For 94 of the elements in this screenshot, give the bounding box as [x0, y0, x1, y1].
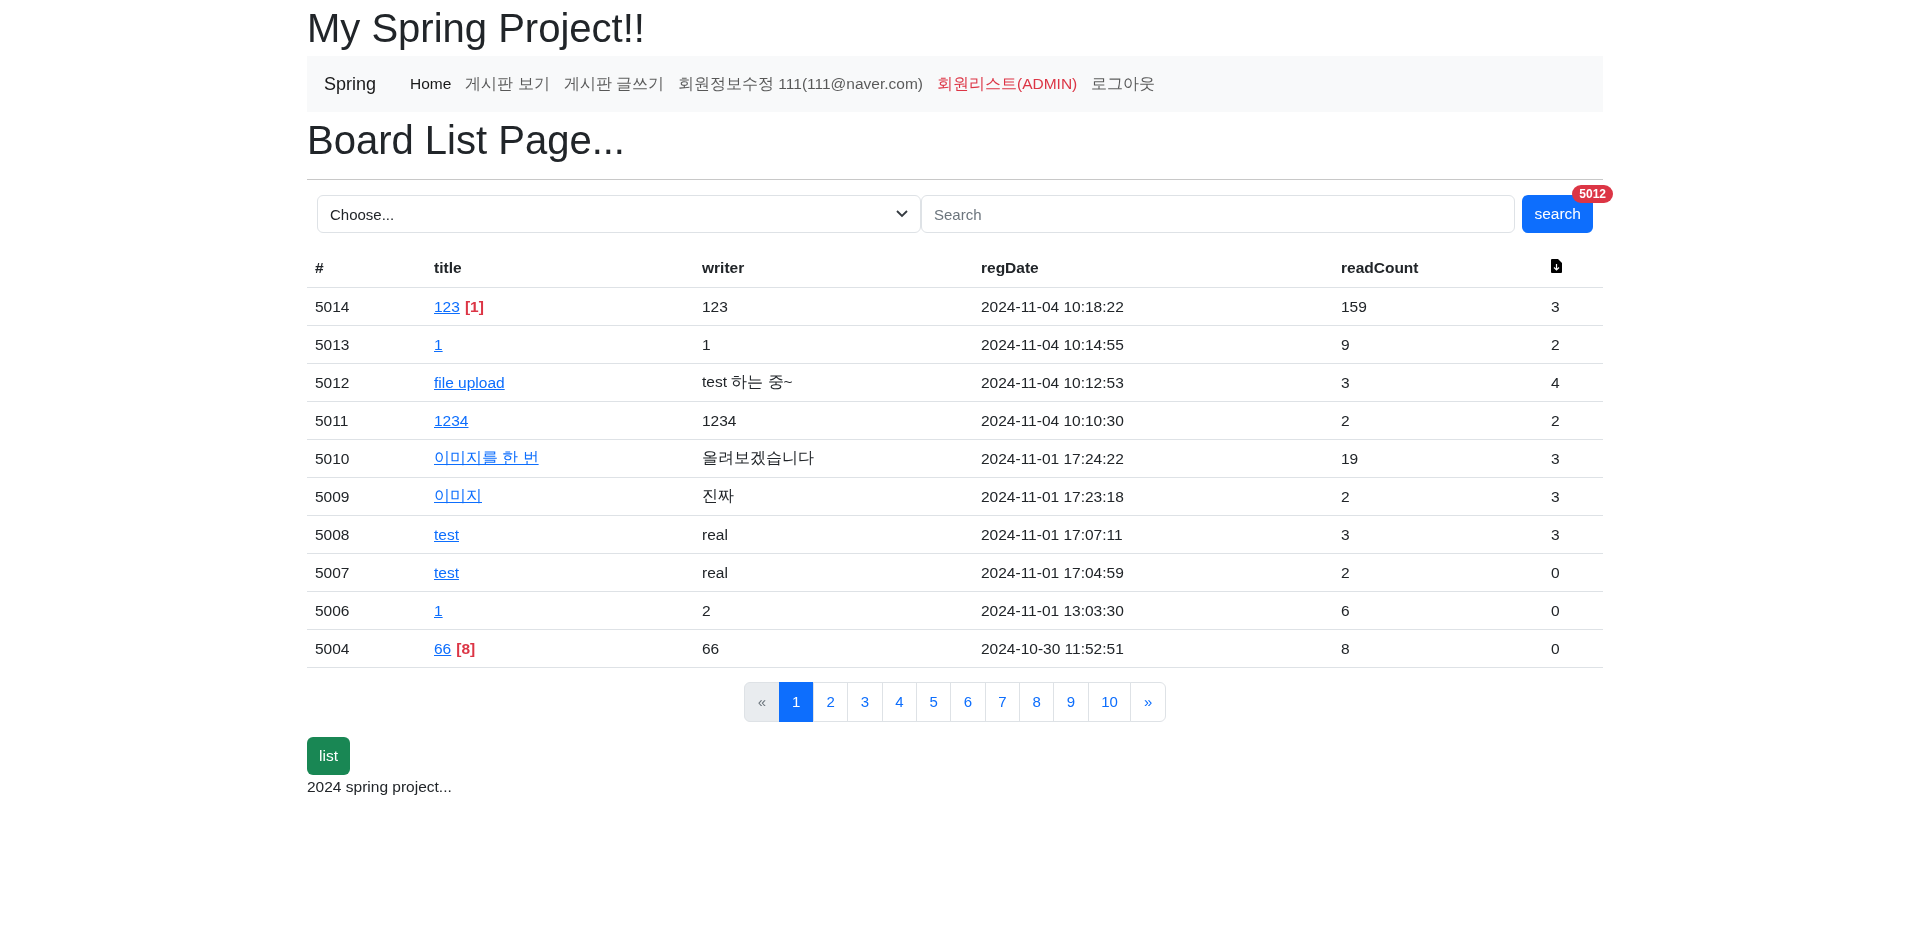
nav-link[interactable]: 회원정보수정 111(111@naver.com) [671, 65, 930, 103]
file-count: 0 [1551, 563, 1560, 581]
reg-date: 2024-11-01 17:23:18 [981, 487, 1124, 505]
reg-date: 2024-11-04 10:14:55 [981, 335, 1124, 353]
page-link[interactable]: 4 [881, 682, 917, 722]
file-count: 4 [1551, 373, 1560, 391]
post-title-link[interactable]: 1 [434, 601, 443, 619]
page-link[interactable]: 9 [1053, 682, 1089, 722]
file-count: 0 [1551, 601, 1560, 619]
column-header: writer [702, 259, 745, 276]
chevron-down-icon [896, 210, 908, 218]
reg-date: 2024-10-30 11:52:51 [981, 639, 1124, 657]
page-link[interactable]: 10 [1087, 682, 1132, 722]
brand-link[interactable]: Spring [317, 65, 384, 103]
read-count: 2 [1341, 411, 1350, 429]
post-title-link[interactable]: file upload [434, 373, 505, 391]
writer-name: 2 [702, 601, 711, 619]
reg-date: 2024-11-01 17:04:59 [981, 563, 1124, 581]
reg-date: 2024-11-01 17:24:22 [981, 449, 1124, 467]
column-header: title [434, 259, 462, 276]
nav-link[interactable]: 회원리스트(ADMIN) [930, 65, 1085, 103]
search-field[interactable]: Search [921, 195, 1516, 233]
post-number: 5008 [315, 525, 350, 543]
read-count: 2 [1341, 563, 1350, 581]
column-header: readCount [1341, 259, 1419, 276]
reg-date: 2024-11-01 13:03:30 [981, 601, 1124, 619]
post-title-link[interactable]: 이미지를 한 번 [434, 449, 539, 466]
file-count: 0 [1551, 639, 1560, 657]
read-count: 9 [1341, 335, 1350, 353]
nav-link[interactable]: 게시판 글쓰기 [556, 65, 671, 103]
nav-link[interactable]: Home [403, 67, 459, 101]
file-count: 3 [1551, 297, 1560, 315]
read-count: 19 [1341, 449, 1359, 467]
next-page-link[interactable]: » [1130, 682, 1166, 722]
file-count: 3 [1551, 525, 1560, 543]
post-number: 5007 [315, 563, 350, 581]
comment-count: [8] [456, 639, 476, 657]
page-link[interactable]: 8 [1019, 682, 1055, 722]
post-number: 5006 [315, 601, 350, 619]
count-badge: 5012 [1572, 185, 1613, 203]
read-count: 3 [1341, 373, 1350, 391]
column-header: regDate [981, 259, 1039, 276]
file-count: 2 [1551, 411, 1560, 429]
post-number: 5004 [315, 639, 350, 657]
post-number: 5010 [315, 449, 350, 467]
writer-name: 올려보겠습니다 [702, 449, 814, 466]
nav-link[interactable]: 게시판 보기 [458, 65, 557, 103]
writer-name: 1 [702, 335, 711, 353]
post-number: 5011 [315, 411, 349, 429]
writer-name: test 하는 중~ [702, 373, 793, 390]
file-count: 3 [1551, 449, 1560, 467]
page-link[interactable]: 1 [778, 682, 814, 722]
post-title-link[interactable]: 1234 [434, 411, 469, 429]
site-title: My Spring Project!! [307, 5, 645, 52]
read-count: 6 [1341, 601, 1350, 619]
post-title-link[interactable]: 123 [434, 297, 460, 315]
writer-name: real [702, 525, 728, 543]
reg-date: 2024-11-04 10:18:22 [981, 297, 1124, 315]
writer-name: 66 [702, 639, 720, 657]
page-link[interactable]: 6 [950, 682, 986, 722]
reg-date: 2024-11-04 10:12:53 [981, 373, 1124, 391]
comment-count: [1] [464, 297, 484, 315]
page-link[interactable]: 7 [984, 682, 1020, 722]
page-title: Board List Page... [307, 117, 625, 164]
reg-date: 2024-11-04 10:10:30 [981, 411, 1124, 429]
nav-link[interactable]: 로그아웃 [1084, 65, 1163, 103]
post-title-link[interactable]: 이미지 [434, 487, 482, 504]
page-link[interactable]: 3 [847, 682, 883, 722]
writer-name: 1234 [702, 411, 737, 429]
writer-name: 123 [702, 297, 728, 315]
file-download-icon [1551, 259, 1562, 273]
list-button[interactable]: list [307, 737, 350, 775]
category-select[interactable]: Choose... [317, 195, 921, 233]
read-count: 3 [1341, 525, 1350, 543]
post-title-link[interactable]: 1 [434, 335, 443, 353]
post-title-link[interactable]: 66 [434, 639, 452, 657]
column-header: # [315, 259, 324, 276]
page-link[interactable]: 5 [916, 682, 952, 722]
reg-date: 2024-11-01 17:07:11 [981, 525, 1123, 543]
file-count: 3 [1551, 487, 1560, 505]
writer-name: real [702, 563, 728, 581]
post-number: 5013 [315, 335, 350, 353]
read-count: 2 [1341, 487, 1350, 505]
read-count: 159 [1341, 297, 1367, 315]
post-number: 5009 [315, 487, 350, 505]
writer-name: 진짜 [702, 487, 734, 504]
read-count: 8 [1341, 639, 1350, 657]
post-title-link[interactable]: test [434, 563, 459, 581]
post-number: 5012 [315, 373, 350, 391]
post-title-link[interactable]: test [434, 525, 459, 543]
page-link[interactable]: 2 [812, 682, 849, 722]
post-number: 5014 [315, 297, 350, 315]
footer-text: 2024 spring project... [307, 778, 452, 796]
file-count: 2 [1551, 335, 1560, 353]
